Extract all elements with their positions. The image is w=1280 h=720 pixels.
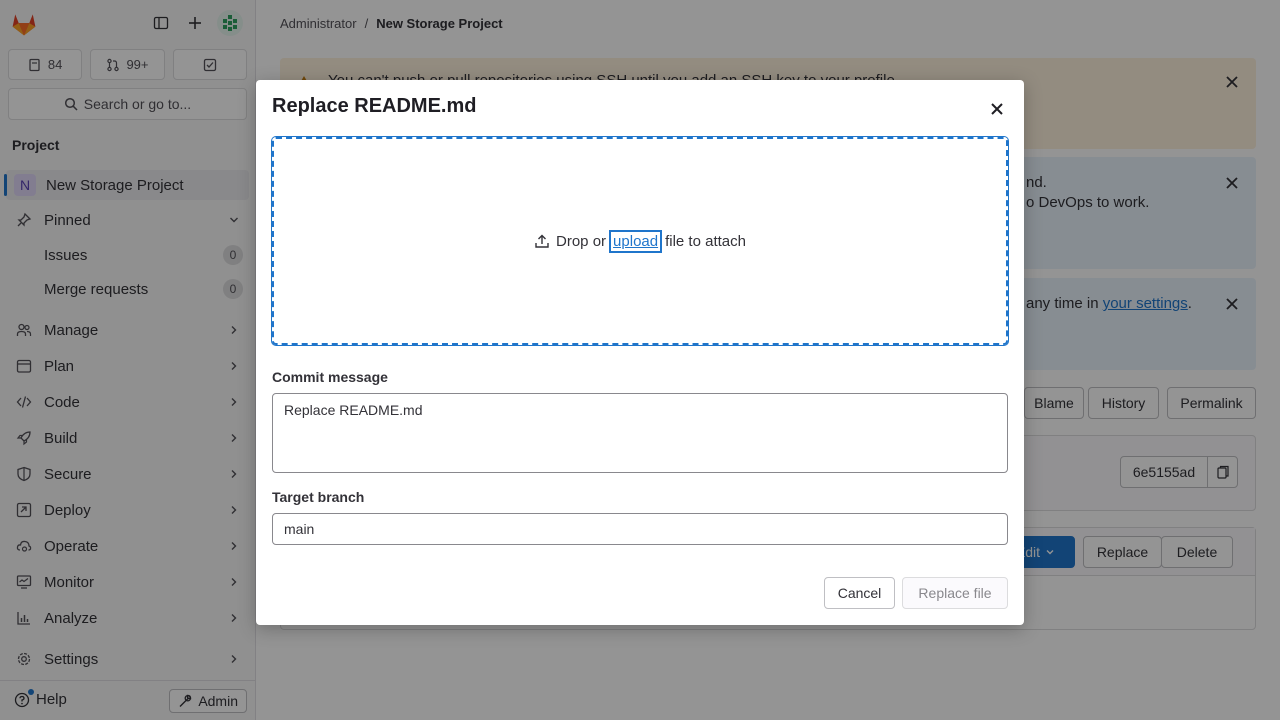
target-branch-label: Target branch [272,489,365,505]
replace-file-modal: Replace README.md Drop or upload file to… [256,80,1024,625]
cancel-button[interactable]: Cancel [824,577,895,609]
drop-prefix-text: Drop or [556,232,607,250]
commit-message-label: Commit message [272,369,388,385]
upload-link[interactable]: upload [609,229,663,253]
close-icon [991,103,1003,115]
commit-message-textarea[interactable]: Replace README.md [272,393,1008,473]
replace-file-button[interactable]: Replace file [902,577,1008,609]
target-branch-input[interactable]: main [272,513,1008,545]
drop-suffix-text: file to attach [665,232,746,250]
file-dropzone[interactable]: Drop or upload file to attach [272,137,1008,345]
upload-icon [535,234,549,248]
close-modal-button[interactable] [986,98,1008,120]
modal-title: Replace README.md [272,95,477,117]
